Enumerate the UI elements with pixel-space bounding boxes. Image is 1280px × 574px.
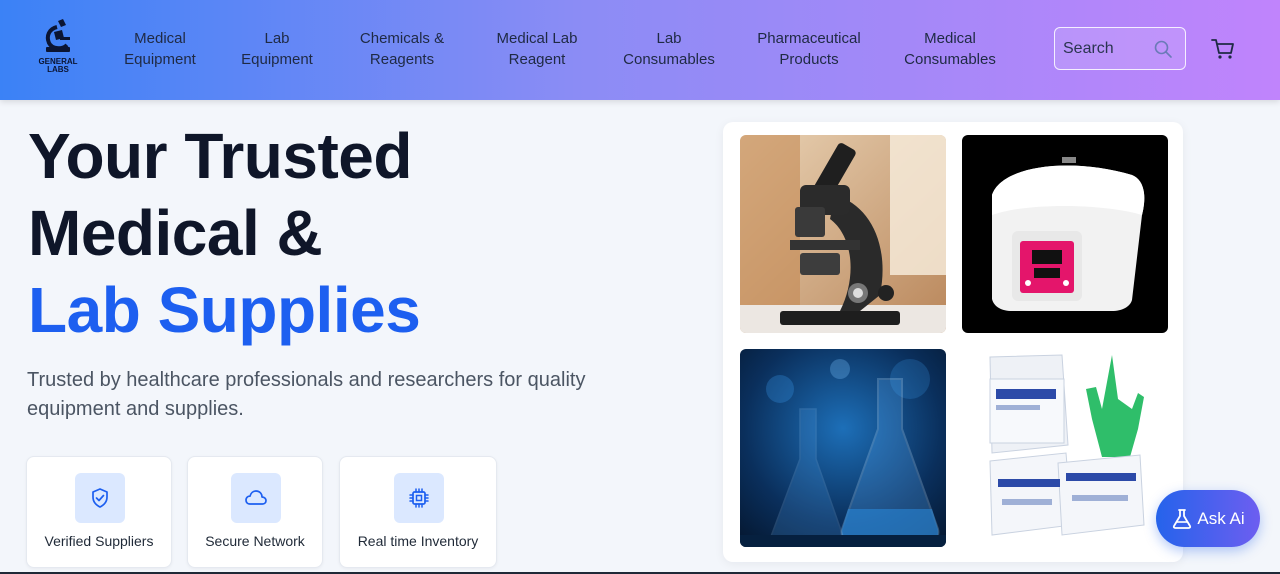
hero-title-line2: Medical & (28, 197, 323, 269)
hero-title-accent: Lab Supplies (28, 274, 421, 346)
centrifuge-image[interactable] (962, 135, 1168, 333)
nav-medical-lab-reagent[interactable]: Medical Lab Reagent (482, 28, 592, 72)
nav-medical-consumables[interactable]: Medical Consumables (895, 28, 1005, 72)
product-image-gallery (723, 122, 1183, 562)
cloud-icon (231, 473, 281, 523)
surgical-gloves-image[interactable] (962, 349, 1168, 547)
nav-label-line1: Medical (134, 30, 186, 47)
ask-ai-label: Ask Ai (1197, 508, 1245, 528)
top-nav-bar: GENERAL LABS Medical Equipment Lab Equip… (0, 0, 1280, 100)
nav-medical-equipment[interactable]: Medical Equipment (110, 28, 210, 72)
lab-flask-image[interactable] (740, 349, 946, 547)
nav-label-line1: Pharmaceutical (757, 30, 861, 47)
nav-lab-consumables[interactable]: Lab Consumables (614, 28, 724, 72)
cpu-chip-icon (394, 473, 444, 523)
nav-label-line1: Medical Lab (496, 30, 578, 47)
nav-label-line2: Equipment (124, 51, 196, 68)
nav-label-line1: Lab (656, 30, 682, 47)
nav-lab-equipment[interactable]: Lab Equipment (232, 28, 322, 72)
hero-subtitle: Trusted by healthcare professionals and … (27, 369, 586, 420)
search-input[interactable] (1063, 38, 1153, 60)
cart-icon[interactable] (1210, 36, 1236, 62)
search-box (1054, 27, 1186, 70)
hero-title: Your Trusted Medical & Lab Supplies (28, 118, 668, 349)
microscope-image[interactable] (740, 135, 946, 333)
ask-ai-button[interactable]: Ask Ai (1156, 490, 1260, 547)
flask-icon (1173, 508, 1192, 529)
feature-label: Verified Suppliers (44, 533, 154, 549)
general-labs-logo[interactable]: GENERAL LABS (30, 18, 86, 80)
search-icon[interactable] (1153, 39, 1173, 59)
nav-label-line2: Equipment (241, 51, 313, 68)
feature-secure-network: Secure Network (187, 456, 323, 568)
nav-label-line2: Consumables (904, 51, 996, 68)
nav-label-line1: Lab (264, 30, 290, 47)
nav-label-line1: Medical (924, 30, 976, 47)
nav-label-line2: Products (779, 51, 839, 68)
nav-label-line2: Reagents (369, 51, 435, 68)
nav-label-line1: Chemicals & (359, 30, 445, 47)
microscope-logo-icon (45, 19, 70, 52)
feature-verified-suppliers: Verified Suppliers (26, 456, 172, 568)
shield-check-icon (75, 473, 125, 523)
feature-label: Real time Inventory (357, 533, 479, 549)
logo-text-line2: LABS (47, 65, 69, 74)
nav-chemicals-reagents[interactable]: Chemicals & Reagents (347, 28, 457, 72)
nav-label-line2: Consumables (623, 51, 715, 68)
hero-title-line1: Your Trusted (28, 120, 412, 192)
feature-real-time-inventory: Real time Inventory (339, 456, 497, 568)
feature-label: Secure Network (205, 533, 305, 549)
nav-label-line2: Reagent (508, 51, 566, 68)
nav-pharmaceutical-products[interactable]: Pharmaceutical Products (748, 28, 870, 72)
